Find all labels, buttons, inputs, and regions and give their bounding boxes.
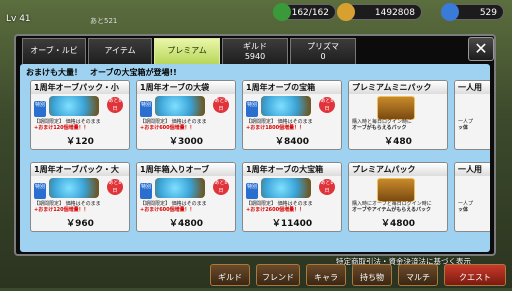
product-desc: 【期間限定】 価格はそのまま +おまけ600個増量！！ xyxy=(140,201,207,213)
product-title: 1周年オーブの大宝箱 xyxy=(243,163,341,176)
product-card[interactable]: 1周年オーブの大袋 特別 あと8日 【期間限定】 価格はそのまま +おまけ600個… xyxy=(136,80,236,150)
time-left-badge: あと8日 xyxy=(213,97,229,113)
product-price: ￥8400 xyxy=(274,137,310,147)
orb-pack-image xyxy=(49,96,99,116)
tab-label: アイテム xyxy=(104,46,136,55)
product-card-partial[interactable]: 一人用 一人プ ッ体 xyxy=(454,162,490,232)
bottom-nav: ギルド フレンド キャラ 持ち物 マルチ クエスト xyxy=(0,258,512,288)
product-desc: 購入時にオーブと毎日ログイン時に オーブやアイテムがもらえるパック xyxy=(352,201,432,213)
tab-prisma[interactable]: プリズマ 0 xyxy=(290,38,356,64)
product-desc: 【期間限定】 価格はそのまま +おまけ1800個増量！！ xyxy=(246,119,313,131)
gem-counter[interactable]: 529 xyxy=(441,3,504,21)
time-left-badge: あと8日 xyxy=(213,179,229,195)
product-list[interactable]: おまけも大量！ オーブの大宝箱が登場!! 1周年オーブパック・小 特別 あと8日… xyxy=(20,64,490,252)
tab-orb-ruby[interactable]: オーブ・ルビ xyxy=(22,38,86,64)
product-price: ￥3000 xyxy=(168,137,204,147)
product-desc: 【期間限定】 価格はそのまま +おまけ600個増量！！ xyxy=(140,119,207,131)
nav-inventory[interactable]: 持ち物 xyxy=(352,264,392,286)
product-desc: 【期間限定】 価格はそのまま +おまけ120個増量！！ xyxy=(34,119,101,131)
special-tag: 特別 xyxy=(140,183,152,199)
product-price: ￥4800 xyxy=(380,219,416,229)
product-card[interactable]: 1周年箱入りオーブ 特別 あと8日 【期間限定】 価格はそのまま +おまけ600個… xyxy=(136,162,236,232)
product-desc: 【期間限定】 価格はそのまま +おまけ2600個増量！！ xyxy=(246,201,313,213)
product-title: 1周年オーブパック・大 xyxy=(31,163,129,176)
tab-guild[interactable]: ギルド 5940 xyxy=(222,38,288,64)
time-left-badge: あと8日 xyxy=(107,97,123,113)
product-card[interactable]: プレミアムミニパック 購入時と毎日ログイン時に オーブがもらえるパック ￥480 xyxy=(348,80,448,150)
product-card[interactable]: 1周年オーブパック・大 特別 あと8日 【期間限定】 価格はそのまま +おまけ12… xyxy=(30,162,130,232)
tab-label: プリズマ xyxy=(307,42,339,51)
product-title: 1周年オーブパック・小 xyxy=(31,81,129,94)
close-icon: ✕ xyxy=(474,39,488,58)
boxed-orb-image xyxy=(155,178,205,198)
tab-label: ギルド xyxy=(243,42,267,51)
level-remaining: あと521 xyxy=(90,17,118,25)
stamina-value: 162/162 xyxy=(291,8,329,18)
gold-coin-icon xyxy=(337,3,355,21)
time-left-badge: あと8日 xyxy=(107,179,123,195)
gold-value: 1492808 xyxy=(374,8,415,18)
special-tag: 特別 xyxy=(34,101,46,117)
product-price: ￥960 xyxy=(66,219,94,229)
product-price: ￥11400 xyxy=(271,219,313,229)
top-hud: Lv 41 あと521 162/162 1492808 529 xyxy=(0,0,512,32)
tab-premium[interactable]: プレミアム xyxy=(154,38,220,64)
nav-label: クエスト xyxy=(459,273,491,282)
promo-banner: おまけも大量！ オーブの大宝箱が登場!! xyxy=(26,68,177,77)
product-desc: 一人プ ッ体 xyxy=(458,119,474,131)
nav-guild[interactable]: ギルド xyxy=(210,264,250,286)
tab-label: オーブ・ルビ xyxy=(30,46,78,55)
player-level: Lv 41 xyxy=(6,14,31,24)
orb-treasure-image xyxy=(261,96,311,116)
product-title: プレミアムパック xyxy=(349,163,447,176)
product-price: ￥120 xyxy=(66,137,94,147)
special-tag: 特別 xyxy=(246,183,258,199)
nav-character[interactable]: キャラ xyxy=(306,264,346,286)
nav-multi[interactable]: マルチ xyxy=(398,264,438,286)
orb-pack-image xyxy=(49,178,99,198)
product-title: 1周年箱入りオーブ xyxy=(137,163,235,176)
product-desc: 一人プ ッ体 xyxy=(458,201,474,213)
gold-counter: 1492808 xyxy=(337,3,422,21)
product-card[interactable]: プレミアムパック 購入時にオーブと毎日ログイン時に オーブやアイテムがもらえるパッ… xyxy=(348,162,448,232)
product-card[interactable]: 1周年オーブの大宝箱 特別 あと8日 【期間限定】 価格はそのまま +おまけ260… xyxy=(242,162,342,232)
product-title: 一人用 xyxy=(455,163,490,176)
stamina-counter: 162/162 xyxy=(273,3,336,21)
product-title: 1周年オーブの大袋 xyxy=(137,81,235,94)
product-price: ￥480 xyxy=(384,137,412,147)
product-desc: 【期間限定】 価格はそのまま +おまけ120個増量！！ xyxy=(34,201,101,213)
nav-label: フレンド xyxy=(262,273,294,282)
time-left-badge: あと8日 xyxy=(319,97,335,113)
time-left-badge: あと8日 xyxy=(319,179,335,195)
product-title: 一人用 xyxy=(455,81,490,94)
product-title: プレミアムミニパック xyxy=(349,81,447,94)
gem-value: 529 xyxy=(479,8,497,18)
orb-big-treasure-image xyxy=(261,178,311,198)
nav-label: 持ち物 xyxy=(360,273,384,282)
product-price: ￥4800 xyxy=(168,219,204,229)
product-card-partial[interactable]: 一人用 一人プ ッ体 xyxy=(454,80,490,150)
stamina-icon xyxy=(273,3,291,21)
product-title: 1周年オーブの宝箱 xyxy=(243,81,341,94)
gem-icon xyxy=(441,3,459,21)
product-card[interactable]: 1周年オーブパック・小 特別 あと8日 【期間限定】 価格はそのまま +おまけ12… xyxy=(30,80,130,150)
nav-label: ギルド xyxy=(218,273,242,282)
tab-items[interactable]: アイテム xyxy=(88,38,152,64)
nav-friend[interactable]: フレンド xyxy=(256,264,300,286)
prisma-points: 0 xyxy=(320,52,326,61)
guild-points: 5940 xyxy=(244,52,266,61)
tab-label: プレミアム xyxy=(167,46,207,55)
treasure-chest-image xyxy=(377,178,415,202)
close-button[interactable]: ✕ xyxy=(468,37,494,61)
special-tag: 特別 xyxy=(140,101,152,117)
special-tag: 特別 xyxy=(34,183,46,199)
product-card[interactable]: 1周年オーブの宝箱 特別 あと8日 【期間限定】 価格はそのまま +おまけ1800… xyxy=(242,80,342,150)
product-desc: 購入時と毎日ログイン時に オーブがもらえるパック xyxy=(352,119,413,131)
special-tag: 特別 xyxy=(246,101,258,117)
nav-label: キャラ xyxy=(314,273,338,282)
nav-quest[interactable]: クエスト xyxy=(444,264,506,286)
orb-bag-image xyxy=(155,96,205,116)
treasure-chest-image xyxy=(377,96,415,120)
nav-label: マルチ xyxy=(406,273,430,282)
